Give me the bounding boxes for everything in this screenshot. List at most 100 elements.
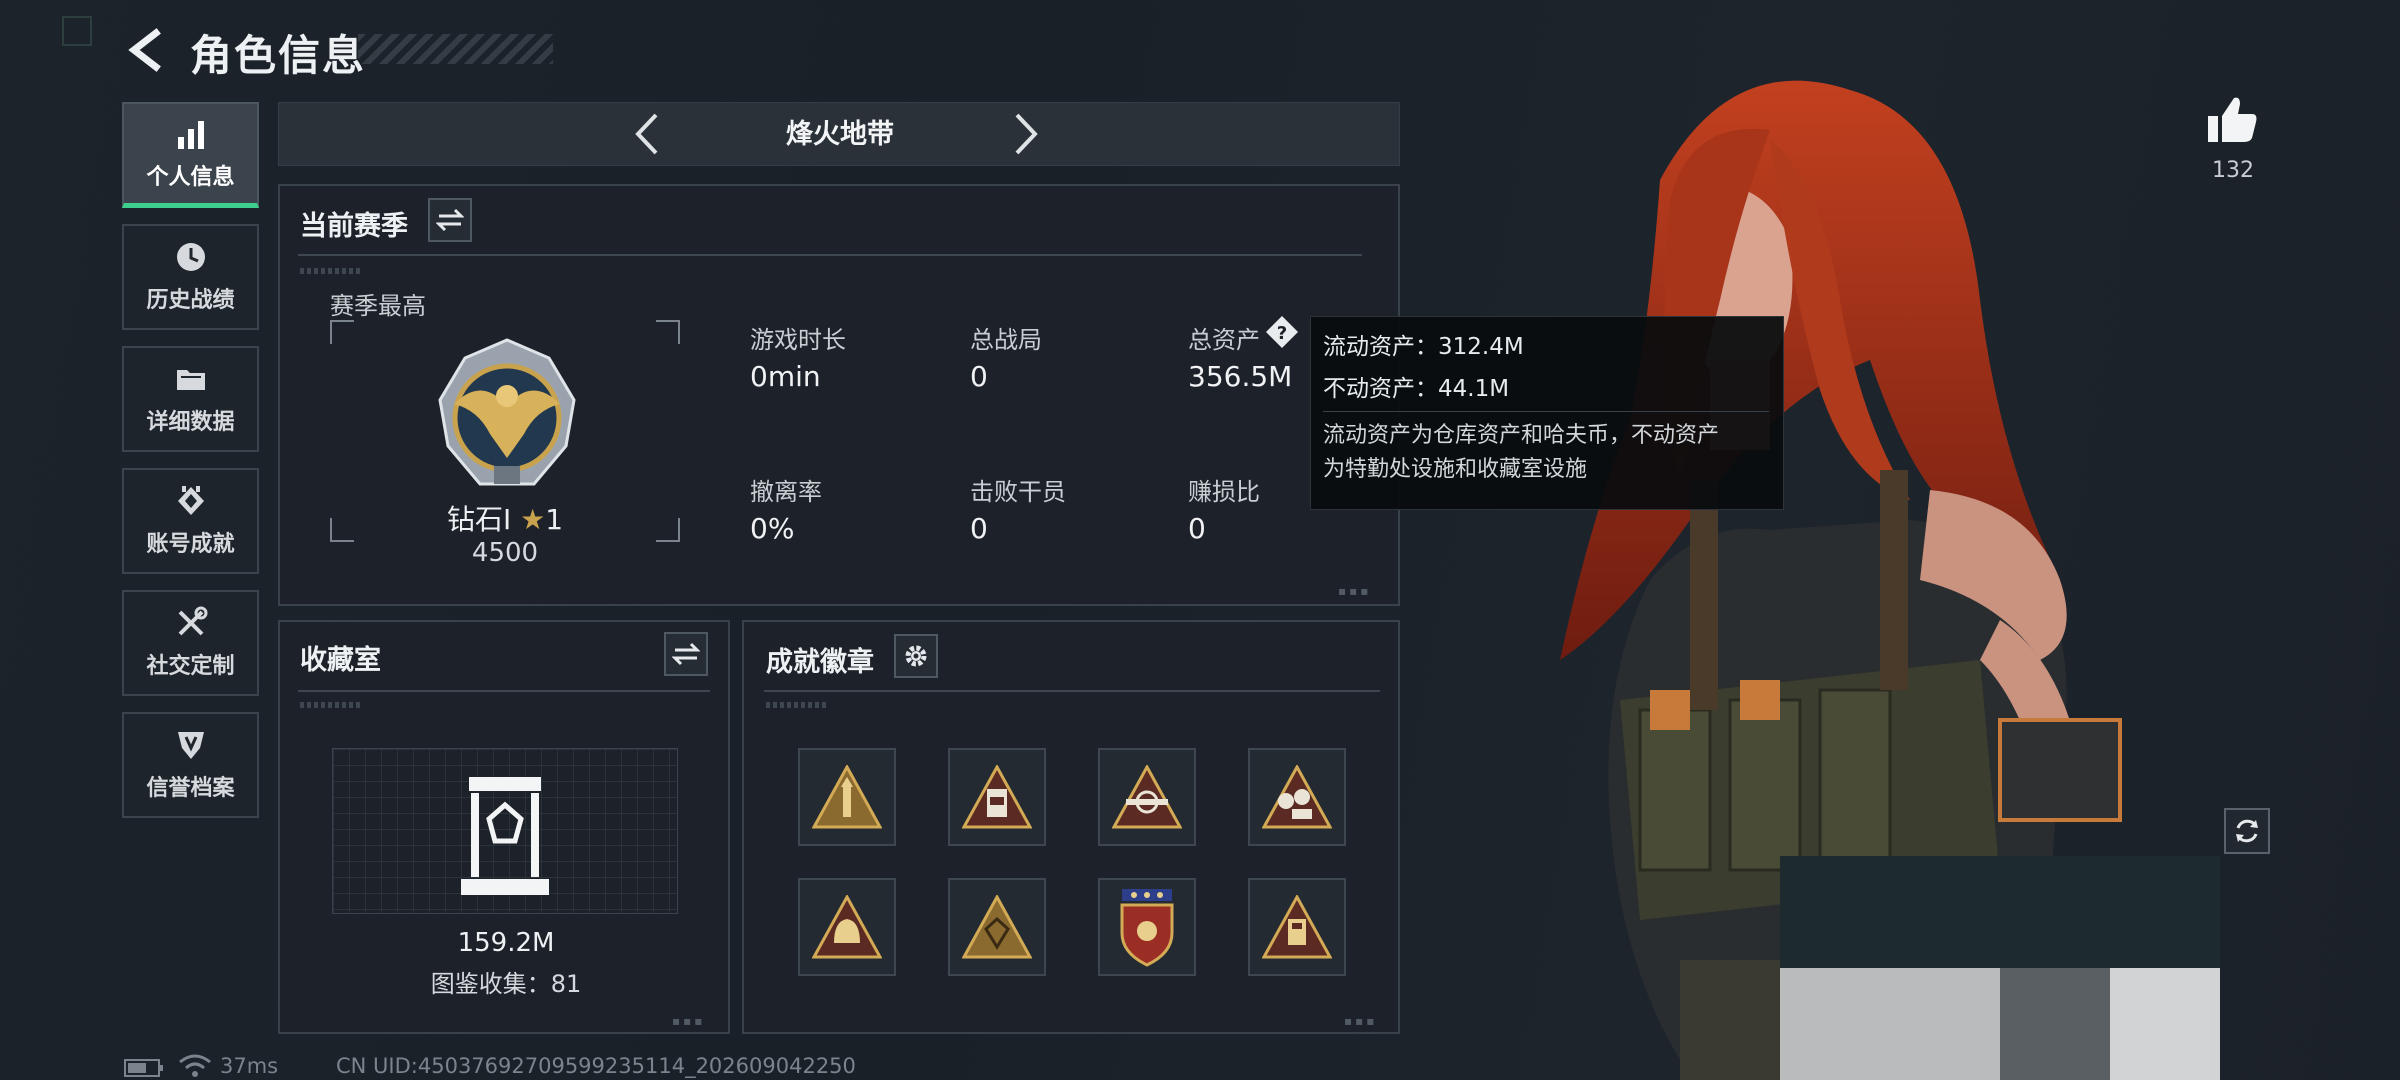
bar-chart-icon <box>174 117 208 151</box>
badge-slot[interactable] <box>1098 878 1196 976</box>
stat-value-playtime: 0min <box>750 360 821 393</box>
badge-slot[interactable] <box>1248 878 1346 976</box>
frame-corner <box>330 320 354 344</box>
corner-ticks: ▪▪▪ <box>1338 584 1372 598</box>
divider <box>764 690 1380 692</box>
rotate-icon <box>2236 819 2258 843</box>
tooltip-desc-line-1: 流动资产为仓库资产和哈夫币，不动资产 <box>1323 423 1720 448</box>
stat-label-kills: 击败干员 <box>970 478 1066 506</box>
divider <box>298 690 710 692</box>
clock-icon <box>174 240 208 274</box>
micro-decoration <box>766 702 826 708</box>
help-icon[interactable]: ? <box>1264 314 1300 354</box>
nav-label: 个人信息 <box>146 164 235 190</box>
star-icon: ★ <box>520 503 546 536</box>
stat-label-profit: 赚损比 <box>1188 478 1260 506</box>
season-switch-button[interactable] <box>428 198 472 242</box>
nav-detailed-data[interactable]: 详细数据 <box>122 346 259 452</box>
collection-panel: 收藏室 159.2M 图鉴收集：81 ▪▪▪ <box>278 620 730 1034</box>
medal-icon <box>174 484 208 518</box>
vault-icon <box>461 777 549 895</box>
rank-line: 钻石I ★1 <box>330 498 680 538</box>
svg-text:?: ? <box>1277 323 1287 344</box>
ammo-badge-icon <box>962 765 1032 829</box>
map-selector: 烽火地带 <box>278 102 1400 166</box>
back-arrow-icon <box>128 28 161 72</box>
rocket-badge-icon <box>812 765 882 829</box>
assets-tooltip: 流动资产：312.4M 不动资产：44.1M 流动资产为仓库资产和哈夫币，不动资… <box>1310 316 1784 510</box>
battery-icon <box>124 1058 164 1080</box>
divider <box>298 254 1362 256</box>
badges-title: 成就徽章 <box>766 647 874 678</box>
title-stripes <box>358 34 553 64</box>
like-count: 132 <box>2212 158 2254 183</box>
nav-label: 社交定制 <box>146 654 235 679</box>
corner-decoration <box>62 16 92 46</box>
nav-label: 详细数据 <box>146 410 235 435</box>
stat-label-assets: 总资产 <box>1188 326 1260 354</box>
mosaic-block <box>1780 968 2000 1080</box>
rank-emblem-icon <box>424 334 590 504</box>
nav-personal-info[interactable]: 个人信息 <box>122 102 259 208</box>
badge-slot[interactable] <box>948 878 1046 976</box>
badge-slot[interactable] <box>1248 748 1346 846</box>
tools-icon <box>174 606 208 640</box>
collection-title: 收藏室 <box>300 645 381 676</box>
tooltip-desc-line-2: 为特勤处设施和收藏室设施 <box>1323 457 1588 482</box>
weapon-badge-icon <box>1112 765 1182 829</box>
collection-catalog: 图鉴收集：81 <box>430 970 582 998</box>
nav-label: 账号成就 <box>146 532 235 557</box>
nav-social-custom[interactable]: 社交定制 <box>122 590 259 696</box>
rotate-model-button[interactable] <box>2224 808 2270 854</box>
tooltip-divider <box>1323 411 1769 412</box>
rank-display: 钻石I ★1 4500 <box>330 320 680 568</box>
collection-preview[interactable] <box>332 748 678 914</box>
collection-value: 159.2M <box>457 928 555 958</box>
gem-badge-icon <box>962 895 1032 959</box>
corner-ticks: ▪▪▪ <box>672 1014 706 1028</box>
stat-value-assets: 356.5M <box>1188 360 1293 393</box>
nav-label: 历史战绩 <box>146 288 235 313</box>
nav-achievements[interactable]: 账号成就 <box>122 468 259 574</box>
frame-corner <box>656 320 680 344</box>
cash-badge-icon <box>1262 765 1332 829</box>
season-title: 当前赛季 <box>300 211 408 242</box>
swap-icon <box>672 642 700 666</box>
mosaic-block <box>2110 968 2220 1080</box>
badge-slot[interactable] <box>798 878 896 976</box>
stat-value-extraction: 0% <box>750 512 795 545</box>
micro-decoration <box>300 268 360 274</box>
mosaic-block <box>1780 856 2220 968</box>
like-button[interactable] <box>2204 92 2260 152</box>
stat-value-profit: 0 <box>1188 512 1206 545</box>
shield-icon <box>174 728 208 762</box>
stat-label-playtime: 游戏时长 <box>750 326 846 354</box>
collection-switch-button[interactable] <box>664 632 708 676</box>
rank-score: 4500 <box>471 538 539 568</box>
wifi-icon <box>178 1052 212 1080</box>
badge-slot[interactable] <box>948 748 1046 846</box>
badge-slot[interactable] <box>798 748 896 846</box>
tooltip-fixed: 不动资产：44.1M <box>1323 376 1510 402</box>
folder-icon <box>174 362 208 396</box>
gear-icon <box>905 645 927 667</box>
shield-badge-icon <box>1120 889 1174 967</box>
corner-ticks: ▪▪▪ <box>1344 1014 1378 1028</box>
badge-slot[interactable] <box>1098 748 1196 846</box>
swap-icon <box>436 208 464 232</box>
helmet-badge-icon <box>812 895 882 959</box>
back-button[interactable] <box>122 26 170 74</box>
badges-settings-button[interactable] <box>894 634 938 678</box>
chevron-left-icon <box>635 113 658 155</box>
nav-label: 信誉档案 <box>146 776 235 801</box>
page-title: 角色信息 <box>190 31 367 80</box>
uid-text: CN UID:4503769270959923511​4_20260904225… <box>336 1054 856 1078</box>
rank-stars: 1 <box>545 503 564 536</box>
stat-label-extraction: 撤离率 <box>750 478 822 506</box>
stat-value-matches: 0 <box>970 360 988 393</box>
card-badge-icon <box>1262 895 1332 959</box>
nav-history[interactable]: 历史战绩 <box>122 224 259 330</box>
nav-reputation[interactable]: 信誉档案 <box>122 712 259 818</box>
prev-map-button[interactable] <box>624 109 674 159</box>
next-map-button[interactable] <box>999 109 1049 159</box>
